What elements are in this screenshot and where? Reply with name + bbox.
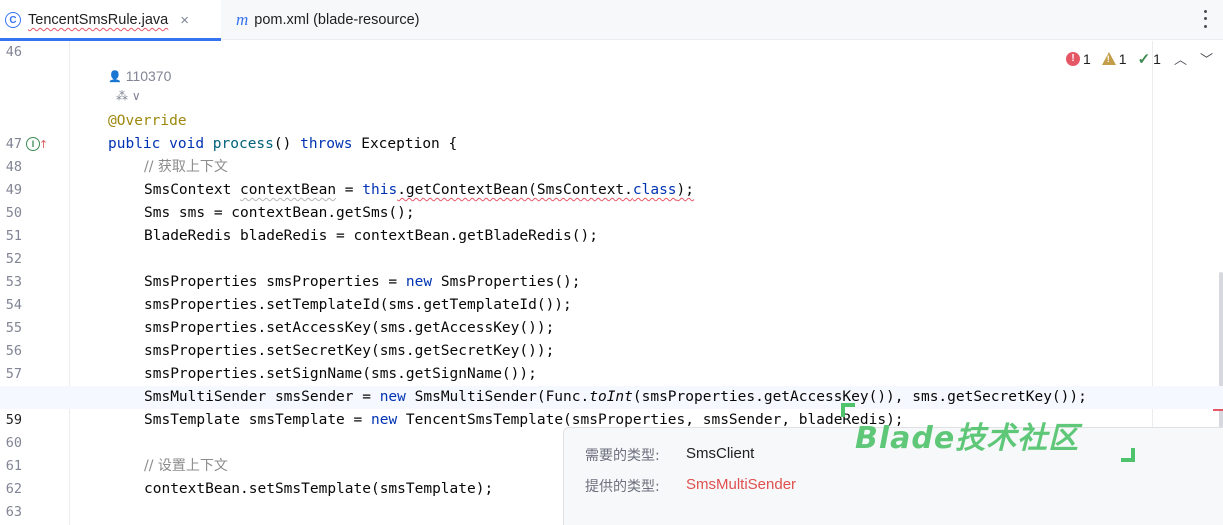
- tab-tencentsmsrule[interactable]: C TencentSmsRule.java ×: [0, 0, 221, 41]
- maven-icon: m: [236, 10, 249, 29]
- code-line[interactable]: 52 BladeRedis bladeRedis = contextBean.g…: [0, 225, 1223, 267]
- code-text: BladeRedis bladeRedis = contextBean.getB…: [144, 228, 598, 244]
- implements-method-icon[interactable]: I: [26, 137, 40, 151]
- code-line[interactable]: 54 SmsProperties smsProperties = new Sms…: [0, 271, 1223, 313]
- provided-type-label: 提供的类型:: [585, 479, 660, 495]
- code-line[interactable]: 58 smsProperties.setSignName(sms.getSign…: [0, 363, 1223, 405]
- watermark-corner: [1121, 448, 1135, 462]
- error-stripe-marker[interactable]: [1213, 409, 1223, 411]
- watermark-corner: [841, 403, 855, 417]
- tab-label: TencentSmsRule.java: [28, 12, 169, 28]
- code-text: smsProperties.setSignName(sms.getSignNam…: [144, 366, 537, 382]
- code-text: smsProperties.setSecretKey(sms.getSecret…: [144, 343, 555, 359]
- line-number: 46: [5, 44, 22, 60]
- code-text: SmsProperties smsProperties = new SmsPro…: [144, 274, 581, 290]
- code-line[interactable]: 51 Sms sms = contextBean.getSms();: [0, 202, 1223, 244]
- comment: // 设置上下文: [144, 458, 228, 474]
- code-text: contextBean.setSmsTemplate(smsTemplate);: [144, 481, 494, 497]
- code-text: smsProperties.setAccessKey(sms.getAccess…: [144, 320, 555, 336]
- code-line[interactable]: 55 smsProperties.setTemplateId(sms.getTe…: [0, 294, 1223, 336]
- code-text: smsProperties.setTemplateId(sms.getTempl…: [144, 297, 572, 313]
- comment: // 获取上下文: [144, 159, 228, 175]
- java-class-icon: C: [5, 12, 21, 28]
- code-line[interactable]: 57 smsProperties.setSecretKey(sms.getSec…: [0, 340, 1223, 382]
- required-type-row: 需要的类型: SmsClient: [585, 445, 754, 465]
- arrow-up-icon: ↑: [39, 138, 49, 151]
- code-line[interactable]: 53: [0, 248, 1223, 290]
- code-line[interactable]: 50 SmsContext contextBean = this.getCont…: [0, 179, 1223, 221]
- code-text: SmsContext contextBean = this.getContext…: [144, 182, 695, 198]
- code-line[interactable]: 49 // 获取上下文: [0, 156, 1223, 198]
- tab-pom-xml[interactable]: m pom.xml (blade-resource): [236, 0, 419, 40]
- method-signature: public void process() throws Exception {: [108, 136, 458, 152]
- watermark: Blade技术社区: [855, 421, 1080, 456]
- tab-label: pom.xml (blade-resource): [254, 12, 420, 28]
- code-line[interactable]: 47 @Override: [0, 110, 1223, 152]
- annotation-override: @Override: [108, 113, 187, 129]
- code-line[interactable]: 46: [0, 41, 1223, 110]
- code-line[interactable]: 56 smsProperties.setAccessKey(sms.getAcc…: [0, 317, 1223, 359]
- code-text: SmsMultiSender smsSender = new SmsMultiS…: [144, 389, 1087, 405]
- provided-type-value: SmsMultiSender: [686, 476, 797, 493]
- provided-type-row: 提供的类型: SmsMultiSender: [585, 476, 796, 496]
- code-text: Sms sms = contextBean.getSms();: [144, 205, 415, 221]
- code-line[interactable]: 48 I ↑ public void process() throws Exce…: [0, 133, 1223, 175]
- required-type-value: SmsClient: [686, 445, 755, 462]
- required-type-label: 需要的类型:: [585, 448, 660, 464]
- editor-tab-bar: C TencentSmsRule.java × m pom.xml (blade…: [0, 0, 1223, 41]
- close-tab-icon[interactable]: ×: [180, 12, 189, 29]
- code-line-current[interactable]: 59 SmsMultiSender smsSender = new SmsMul…: [0, 386, 1223, 428]
- more-options-icon[interactable]: [1201, 8, 1209, 30]
- type-error-highlight: smsSender: [702, 412, 782, 428]
